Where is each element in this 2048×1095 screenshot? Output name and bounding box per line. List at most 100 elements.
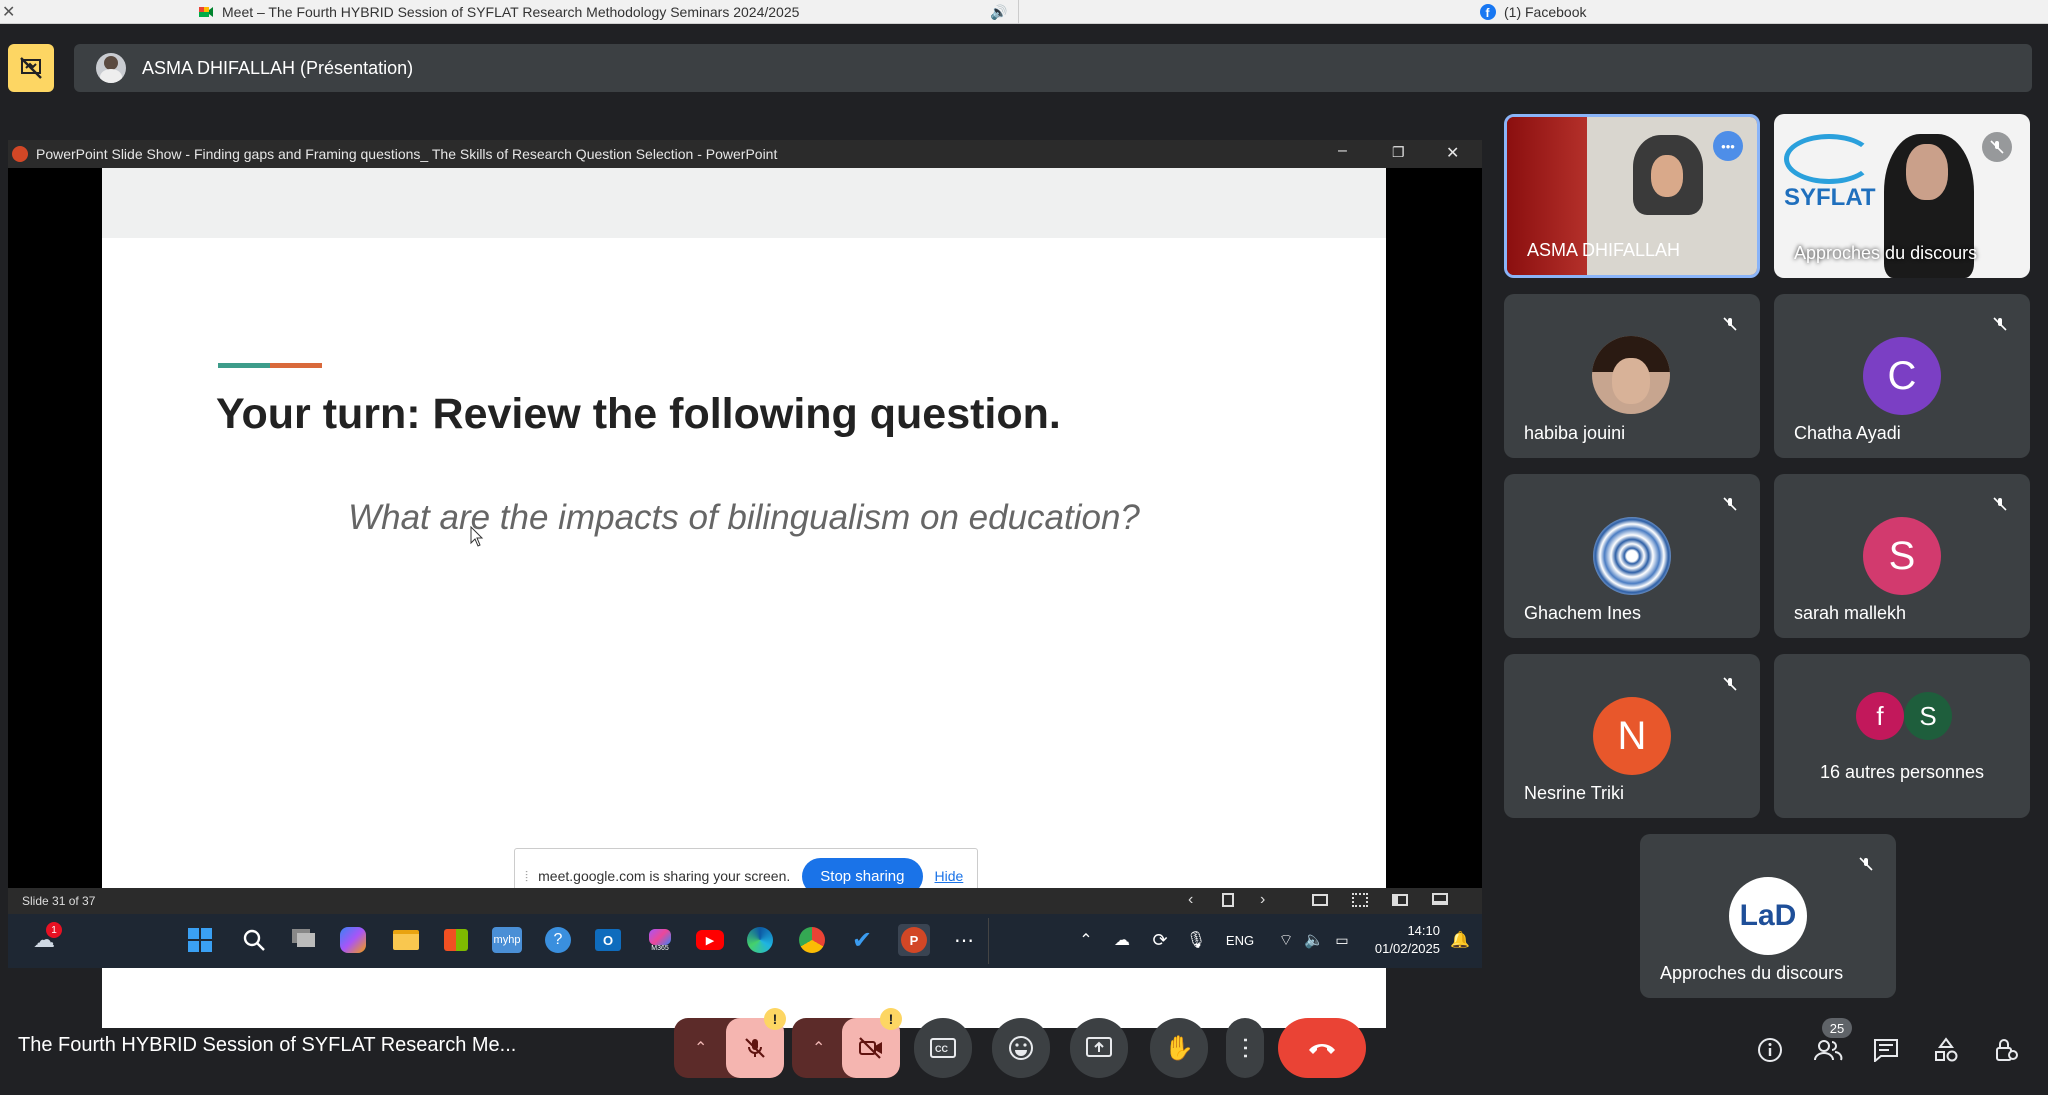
search-icon[interactable] [238, 924, 270, 956]
start-icon[interactable] [184, 924, 216, 956]
todo-icon[interactable]: ✔ [846, 924, 878, 956]
weather-icon[interactable]: ☁ 1 [28, 922, 62, 956]
taskbar-divider [988, 918, 989, 964]
close-tab-icon[interactable]: ✕ [2, 0, 15, 24]
minimize-icon[interactable]: – [1338, 142, 1347, 160]
others-count-label: 16 autres personnes [1819, 762, 1985, 782]
participant-tile-approches-1[interactable]: SYFLAT Approches du discours [1774, 114, 2030, 278]
notification-bell-icon[interactable]: 🔔 [1444, 924, 1476, 956]
slideshow-view-icon[interactable] [1432, 893, 1448, 905]
onedrive-icon[interactable]: ☁ [1106, 924, 1138, 956]
help-icon[interactable]: ? [542, 924, 574, 956]
battery-icon[interactable]: ▭ [1326, 924, 1358, 956]
language-indicator[interactable]: ENG [1220, 924, 1260, 956]
reading-view-icon[interactable] [1392, 894, 1408, 906]
camera-options-chevron-icon[interactable]: ⌃ [812, 1038, 825, 1058]
activities-icon [1935, 1037, 1958, 1062]
outlook-icon[interactable]: O [592, 924, 624, 956]
raise-hand-button[interactable]: ✋ [1150, 1018, 1208, 1078]
participant-tile-habiba[interactable]: habiba jouini [1504, 294, 1760, 458]
slide-accent-line [218, 363, 322, 368]
more-vert-icon: ⋯ [1232, 1036, 1259, 1060]
participant-name: Chatha Ayadi [1794, 423, 1901, 443]
meeting-details-button[interactable] [1752, 1032, 1788, 1068]
youtube-icon[interactable]: ▶ [694, 924, 726, 956]
muted-mic-icon [1982, 132, 2012, 162]
powerpoint-taskbar-icon[interactable]: P [898, 924, 930, 956]
clock-time: 14:10 [1407, 923, 1440, 938]
participant-name: habiba jouini [1524, 423, 1626, 443]
tab-facebook[interactable]: f (1) Facebook [1480, 0, 1586, 24]
camera-off-icon [859, 1037, 882, 1059]
other-avatar-s: S [1904, 692, 1952, 740]
muted-mic-icon [1718, 492, 1742, 516]
slide-header-band [102, 168, 1386, 238]
participant-initial: N [1593, 697, 1671, 775]
close-window-icon[interactable]: ✕ [1446, 143, 1459, 163]
participant-tile-ghachem[interactable]: Ghachem Ines [1504, 474, 1760, 638]
tab-facebook-label: (1) Facebook [1504, 4, 1587, 20]
chat-button[interactable] [1868, 1032, 1904, 1068]
windows-taskbar: ☁ 1 myhp ? O M365 ▶ ✔ P ⋯ ⌃ ☁ ⟳ 🎙 ENG ⌔ [8, 914, 1482, 968]
hp-app-icon[interactable]: myhp [492, 927, 522, 953]
activities-button[interactable] [1928, 1032, 1964, 1068]
m365-icon[interactable]: M365 [644, 924, 676, 956]
captions-button[interactable]: CC [914, 1018, 972, 1078]
meet-icon [199, 7, 213, 17]
m365-label: M365 [651, 944, 669, 952]
meeting-controls: The Fourth HYBRID Session of SYFLAT Rese… [0, 1008, 2048, 1095]
host-controls-button[interactable] [1988, 1032, 2024, 1068]
participant-tile-sarah[interactable]: S sarah mallekh [1774, 474, 2030, 638]
participant-name: ASMA DHIFALLAH [1527, 240, 1681, 260]
mic-options-chevron-icon[interactable]: ⌃ [694, 1038, 707, 1058]
browser-tab-bar: ✕ Meet – The Fourth HYBRID Session of SY… [0, 0, 2048, 24]
slide-sorter-icon[interactable] [1352, 893, 1368, 907]
present-screen-icon [1086, 1037, 1112, 1057]
hide-link[interactable]: Hide [935, 868, 964, 884]
participant-name: sarah mallekh [1794, 603, 1907, 623]
others-tile[interactable]: f S 16 autres personnes [1774, 654, 2030, 818]
microphone-tray-icon[interactable]: 🎙 [1180, 924, 1212, 956]
participant-tile-nesrine[interactable]: N Nesrine Triki [1504, 654, 1760, 818]
next-slide-icon[interactable]: › [1260, 891, 1265, 909]
meeting-title: The Fourth HYBRID Session of SYFLAT Rese… [18, 1034, 517, 1056]
normal-view-icon[interactable] [1312, 894, 1328, 906]
speaker-icon: 🔊 [990, 3, 1008, 20]
people-icon [1814, 1040, 1843, 1061]
task-view-icon[interactable] [290, 924, 322, 956]
reactions-button[interactable] [992, 1018, 1050, 1078]
previous-slide-icon[interactable]: ‹ [1188, 891, 1193, 909]
clock[interactable]: 14:10 01/02/2025 [1360, 922, 1440, 958]
muted-mic-icon [1854, 852, 1878, 876]
slide-menu-icon[interactable] [1222, 893, 1234, 907]
mouse-cursor-icon [470, 526, 484, 547]
slide-question: What are the impacts of bilingualism on … [348, 498, 1140, 537]
participant-initial: C [1863, 337, 1941, 415]
participant-tile-asma[interactable]: ••• ASMA DHIFALLAH [1504, 114, 1760, 278]
store-icon[interactable] [440, 924, 472, 956]
file-explorer-icon[interactable] [390, 924, 422, 956]
captions-icon: CC [930, 1038, 956, 1058]
more-options-button[interactable]: ⋯ [1226, 1018, 1264, 1078]
people-button[interactable]: 25 [1810, 1018, 1852, 1068]
sync-icon[interactable]: ⟳ [1144, 924, 1176, 956]
tab-meet[interactable]: Meet – The Fourth HYBRID Session of SYFL… [198, 0, 799, 24]
restore-icon[interactable]: ❐ [1392, 144, 1405, 161]
copilot-icon[interactable] [340, 927, 366, 953]
weather-badge: 1 [46, 922, 62, 938]
drag-handle-icon[interactable]: ⦙ [525, 868, 528, 885]
tray-expand-icon[interactable]: ⌃ [1070, 924, 1102, 956]
participant-tile-chatha[interactable]: C Chatha Ayadi [1774, 294, 2030, 458]
tab-meet-label: Meet – The Fourth HYBRID Session of SYFL… [222, 4, 800, 20]
leave-call-button[interactable] [1278, 1018, 1366, 1078]
slide-title: Your turn: Review the following question… [216, 390, 1061, 438]
participant-tile-approches-2[interactable]: LaD Approches du discours [1640, 834, 1896, 998]
presentation-toggle-button[interactable] [8, 44, 54, 92]
present-screen-button[interactable] [1070, 1018, 1128, 1078]
people-count-badge: 25 [1822, 1018, 1852, 1038]
chrome-icon[interactable] [796, 924, 828, 956]
hand-icon: ✋ [1164, 1034, 1194, 1062]
edge-icon[interactable] [744, 924, 776, 956]
more-apps-icon[interactable]: ⋯ [948, 924, 980, 956]
participant-name: Approches du discours [1660, 963, 1844, 983]
